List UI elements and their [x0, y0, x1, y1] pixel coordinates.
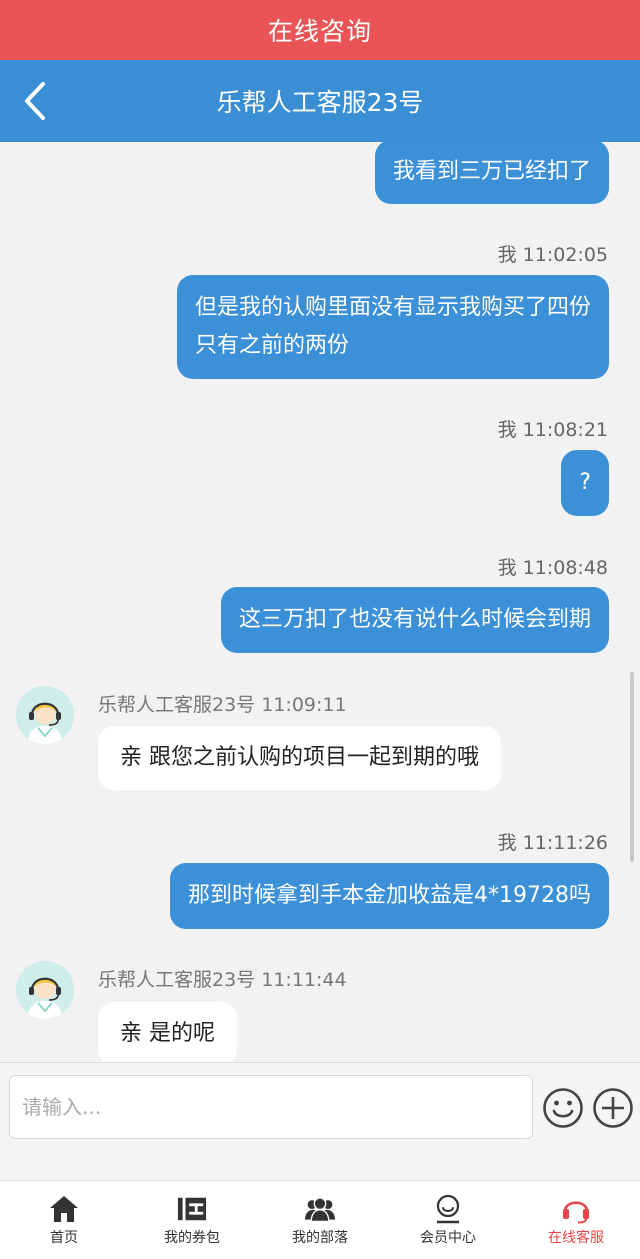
- message-time: 11:02:05: [522, 244, 608, 266]
- message-text: ?: [579, 470, 591, 495]
- message-bubble-incoming: 亲 是的呢: [98, 1002, 237, 1062]
- scrollbar[interactable]: [630, 672, 634, 862]
- message-sender: 我: [497, 832, 517, 854]
- message-text: 我看到三万已经扣了: [392, 159, 591, 184]
- message-bubble-outgoing: 但是我的认购里面没有显示我购买了四份 只有之前的两份: [176, 275, 609, 379]
- member-icon: [436, 1194, 460, 1223]
- message-bubble-outgoing: 我看到三万已经扣了: [374, 142, 609, 204]
- headset-icon: [563, 1200, 589, 1223]
- agent-avatar: [16, 961, 74, 1019]
- tab-group[interactable]: 我的部落: [256, 1181, 384, 1259]
- input-bar: [0, 1062, 640, 1180]
- message-sender: 我: [497, 419, 517, 441]
- message-time: 11:09:11: [261, 694, 347, 716]
- message-meta: 乐帮人工客服23号 11:11:44: [98, 965, 347, 992]
- message-text: 亲 跟您之前认购的项目一起到期的哦: [120, 745, 479, 770]
- tab-label: 在线客服: [548, 1229, 604, 1246]
- chevron-left-icon: [25, 82, 45, 120]
- banner-title: 在线咨询: [267, 17, 372, 46]
- message-time: 11:11:44: [261, 969, 347, 991]
- back-button[interactable]: [18, 79, 52, 123]
- message-text: 亲 是的呢: [120, 1021, 215, 1046]
- more-button[interactable]: [592, 1087, 634, 1129]
- tab-coupon[interactable]: 我的券包: [128, 1181, 256, 1259]
- smiley-icon: [543, 1088, 583, 1128]
- message-sender: 乐帮人工客服23号: [98, 694, 256, 716]
- message-text-line: 只有之前的两份: [194, 333, 349, 358]
- coupon-icon: [177, 1197, 207, 1220]
- agent-headset-avatar-icon: [16, 686, 74, 744]
- tab-label: 我的部落: [292, 1229, 348, 1246]
- tab-label: 首页: [50, 1229, 78, 1246]
- agent-avatar: [16, 686, 74, 744]
- message-time: 11:08:21: [522, 419, 608, 441]
- message-bubble-incoming: 亲 跟您之前认购的项目一起到期的哦: [98, 726, 501, 790]
- message-time: 11:11:26: [522, 832, 608, 854]
- tab-label: 我的券包: [164, 1229, 220, 1246]
- tab-member[interactable]: 会员中心: [384, 1181, 512, 1259]
- chat-title: 乐帮人工客服23号: [216, 88, 424, 117]
- message-text: 这三万扣了也没有说什么时候会到期: [238, 607, 591, 632]
- message-list[interactable]: 我看到三万已经扣了 我 11:02:05 但是我的认购里面没有显示我购买了四份 …: [0, 142, 640, 1062]
- message-input[interactable]: [9, 1075, 533, 1139]
- message-meta: 我 11:08:21: [498, 415, 608, 442]
- message-text: 那到时候拿到手本金加收益是4*19728吗: [188, 883, 591, 908]
- bottom-tab-bar: 首页 我的券包 我的部落 会员中心 在线客服: [0, 1180, 640, 1259]
- message-time: 11:08:48: [522, 557, 608, 579]
- tab-home[interactable]: 首页: [0, 1181, 128, 1259]
- plus-circle-icon: [593, 1088, 633, 1128]
- group-icon: [305, 1196, 335, 1222]
- agent-headset-avatar-icon: [16, 961, 74, 1019]
- message-sender: 我: [497, 244, 517, 266]
- message-bubble-outgoing: 那到时候拿到手本金加收益是4*19728吗: [170, 863, 609, 929]
- message-meta: 我 11:02:05: [498, 240, 608, 267]
- emoji-button[interactable]: [542, 1087, 584, 1129]
- message-sender: 乐帮人工客服23号: [98, 969, 256, 991]
- page-banner: 在线咨询: [0, 0, 640, 60]
- tab-customer-service[interactable]: 在线客服: [512, 1181, 640, 1259]
- message-meta: 我 11:11:26: [498, 828, 608, 855]
- message-meta: 乐帮人工客服23号 11:09:11: [98, 690, 347, 717]
- chat-header: 乐帮人工客服23号: [0, 60, 640, 142]
- tab-label: 会员中心: [420, 1229, 476, 1246]
- home-icon: [50, 1195, 78, 1222]
- message-text-line: 但是我的认购里面没有显示我购买了四份: [194, 295, 591, 320]
- message-bubble-outgoing: 这三万扣了也没有说什么时候会到期: [220, 587, 609, 653]
- message-sender: 我: [497, 557, 517, 579]
- message-meta: 我 11:08:48: [498, 553, 608, 580]
- message-bubble-outgoing: ?: [561, 450, 609, 516]
